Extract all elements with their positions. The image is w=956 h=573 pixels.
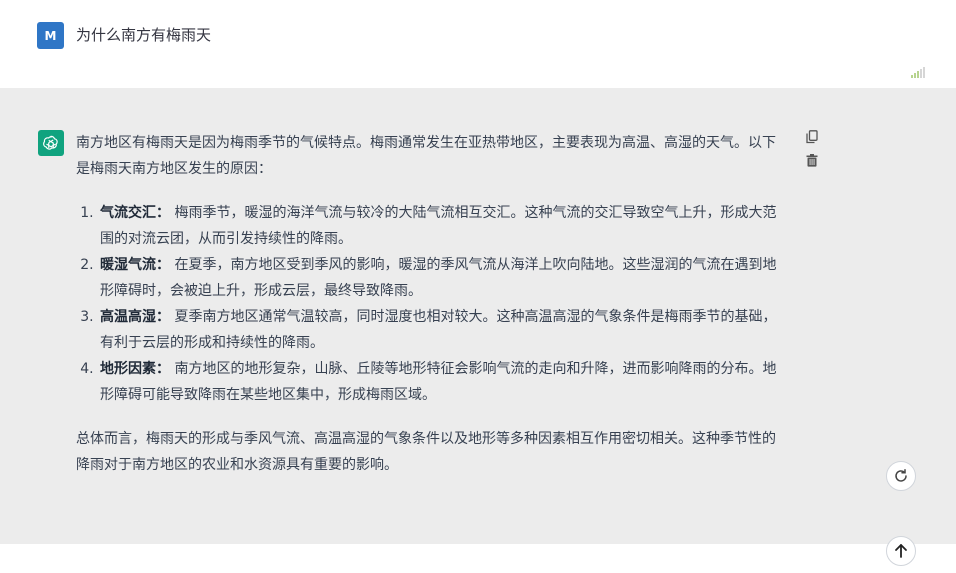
arrow-up-icon bbox=[895, 544, 907, 558]
regenerate-button[interactable] bbox=[886, 461, 916, 491]
assistant-message-content: 南方地区有梅雨天是因为梅雨季节的气候特点。梅雨通常发生在亚热带地区，主要表现为高… bbox=[76, 130, 788, 478]
user-message-text: 为什么南方有梅雨天 bbox=[76, 26, 212, 44]
copy-icon[interactable] bbox=[806, 130, 818, 144]
list-item-text: 夏季南方地区通常气温较高，同时湿度也相对较大。这种高温高湿的气象条件是梅雨季节的… bbox=[100, 309, 777, 351]
refresh-icon bbox=[895, 469, 907, 482]
list-item: 暖湿气流： 在夏季，南方地区受到季风的影响，暖湿的季风气流从海洋上吹向陆地。这些… bbox=[98, 252, 788, 304]
user-message-row: M 为什么南方有梅雨天 bbox=[0, 0, 956, 88]
list-item-text: 梅雨季节，暖湿的海洋气流与较冷的大陆气流相互交汇。这种气流的交汇导致空气上升，形… bbox=[100, 205, 777, 247]
message-actions bbox=[805, 130, 819, 167]
answer-conclusion: 总体而言，梅雨天的形成与季风气流、高温高湿的气象条件以及地形等多种因素相互作用密… bbox=[76, 431, 776, 473]
list-item: 地形因素： 南方地区的地形复杂，山脉、丘陵等地形特征会影响气流的走向和升降，进而… bbox=[98, 356, 788, 408]
list-item-term: 气流交汇： bbox=[100, 205, 170, 221]
chat-page: M 为什么南方有梅雨天 南方地区有梅雨天是因为梅雨季节的气候特点。梅雨通常发生在… bbox=[0, 0, 956, 573]
scroll-to-top-button[interactable] bbox=[886, 536, 916, 566]
list-item-term: 高温高湿： bbox=[100, 309, 170, 325]
list-item: 高温高湿： 夏季南方地区通常气温较高，同时湿度也相对较大。这种高温高湿的气象条件… bbox=[98, 304, 788, 356]
reason-list: 气流交汇： 梅雨季节，暖湿的海洋气流与较冷的大陆气流相互交汇。这种气流的交汇导致… bbox=[76, 200, 788, 408]
list-item: 气流交汇： 梅雨季节，暖湿的海洋气流与较冷的大陆气流相互交汇。这种气流的交汇导致… bbox=[98, 200, 788, 252]
bottom-area bbox=[0, 544, 956, 573]
signal-bars-icon bbox=[911, 66, 925, 78]
assistant-message-row: 南方地区有梅雨天是因为梅雨季节的气候特点。梅雨通常发生在亚热带地区，主要表现为高… bbox=[0, 88, 956, 544]
trash-icon[interactable] bbox=[806, 154, 818, 167]
list-item-text: 南方地区的地形复杂，山脉、丘陵等地形特征会影响气流的走向和升降，进而影响降雨的分… bbox=[100, 361, 777, 403]
list-item-term: 地形因素： bbox=[100, 361, 170, 377]
user-avatar: M bbox=[37, 22, 64, 49]
list-item-term: 暖湿气流： bbox=[100, 257, 170, 273]
list-item-text: 在夏季，南方地区受到季风的影响，暖湿的季风气流从海洋上吹向陆地。这些湿润的气流在… bbox=[100, 257, 777, 299]
openai-logo-icon bbox=[38, 130, 64, 156]
answer-intro: 南方地区有梅雨天是因为梅雨季节的气候特点。梅雨通常发生在亚热带地区，主要表现为高… bbox=[76, 135, 776, 177]
